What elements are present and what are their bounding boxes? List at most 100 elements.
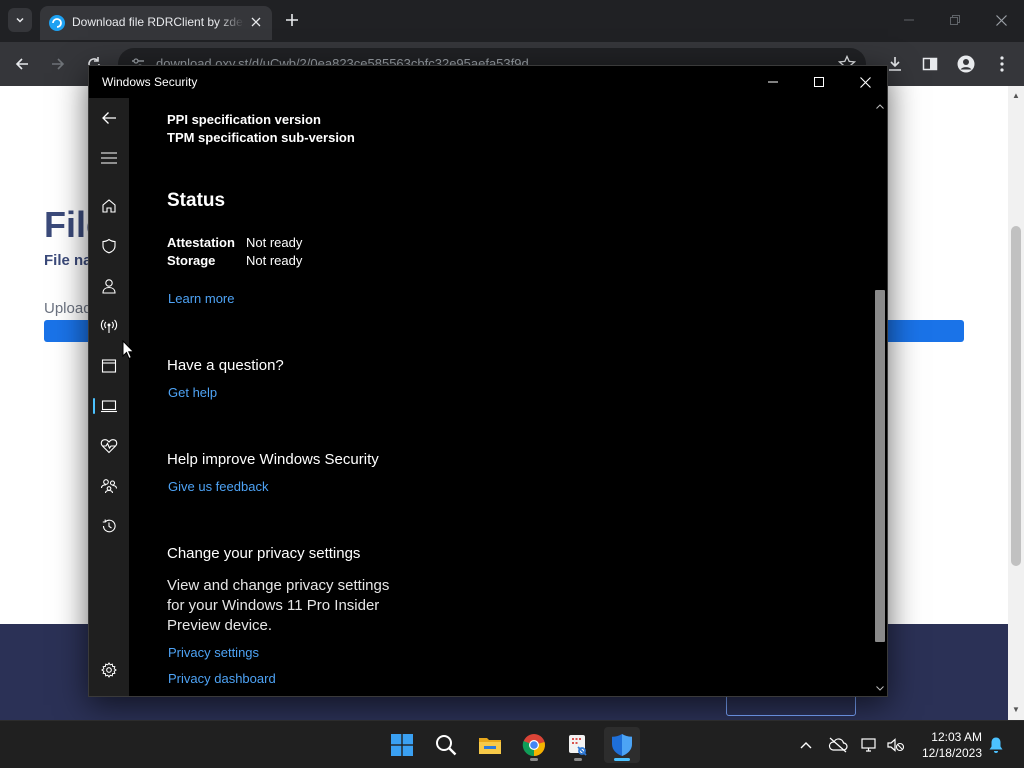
minimize-button[interactable] bbox=[750, 66, 796, 98]
forward-button[interactable] bbox=[46, 52, 70, 76]
browser-minimize-button[interactable] bbox=[894, 6, 924, 34]
new-tab-button[interactable] bbox=[280, 8, 304, 32]
taskbar-snipping-tool[interactable] bbox=[560, 727, 596, 763]
notifications-button[interactable] bbox=[986, 735, 1006, 755]
browser-tab[interactable]: Download file RDRClient by zdesk bbox=[40, 6, 272, 40]
privacy-settings-link[interactable]: Privacy settings bbox=[168, 645, 259, 660]
scroll-down-arrow-icon[interactable]: ▼ bbox=[1012, 706, 1020, 714]
family-icon bbox=[100, 479, 118, 494]
folder-icon bbox=[479, 738, 501, 754]
nav-home[interactable] bbox=[89, 188, 129, 224]
scroll-up-arrow-icon[interactable]: ▲ bbox=[1012, 92, 1020, 100]
mouse-cursor-icon bbox=[122, 340, 135, 360]
taskbar-search[interactable] bbox=[428, 727, 464, 763]
attestation-label: Attestation bbox=[167, 235, 235, 250]
tab-title: Download file RDRClient by zdesk bbox=[72, 15, 244, 29]
page-scroll-thumb[interactable] bbox=[1011, 226, 1021, 566]
volume-muted-icon bbox=[887, 738, 905, 752]
improve-heading: Help improve Windows Security bbox=[167, 451, 379, 468]
privacy-dashboard-link[interactable]: Privacy dashboard bbox=[168, 671, 276, 686]
page-scrollbar[interactable]: ▲ ▼ bbox=[1008, 86, 1024, 720]
scroll-up-icon[interactable] bbox=[873, 100, 887, 112]
taskbar-windows-security[interactable] bbox=[604, 727, 640, 763]
back-button[interactable] bbox=[10, 52, 34, 76]
taskbar-chrome[interactable] bbox=[516, 727, 552, 763]
nav-protection-history[interactable] bbox=[89, 508, 129, 544]
menu-icon bbox=[101, 152, 117, 164]
browser-menu-button[interactable] bbox=[990, 52, 1014, 76]
upload-label: Upload bbox=[44, 300, 92, 317]
running-indicator bbox=[530, 758, 538, 761]
scroll-down-icon[interactable] bbox=[873, 682, 887, 694]
nav-device-performance-health[interactable] bbox=[89, 428, 129, 464]
browser-restore-button[interactable] bbox=[940, 6, 970, 34]
content-pane: PPI specification version TPM specificat… bbox=[129, 98, 873, 696]
get-help-link[interactable]: Get help bbox=[168, 385, 217, 400]
history-icon bbox=[102, 519, 116, 533]
nav-firewall[interactable] bbox=[89, 308, 129, 344]
content-scrollbar[interactable] bbox=[873, 98, 887, 696]
shield-icon bbox=[102, 238, 116, 254]
close-icon bbox=[251, 17, 261, 27]
show-hidden-icons-button[interactable] bbox=[796, 735, 816, 755]
device-security-icon bbox=[101, 400, 117, 413]
back-icon bbox=[102, 112, 116, 124]
chrome-icon bbox=[522, 734, 545, 757]
nav-family-options[interactable] bbox=[89, 468, 129, 504]
tab-close-button[interactable] bbox=[246, 12, 266, 32]
content-scroll-thumb[interactable] bbox=[875, 290, 885, 642]
more-vert-icon bbox=[1000, 56, 1004, 72]
chevron-down-icon bbox=[16, 17, 24, 23]
privacy-text-line: View and change privacy settings bbox=[167, 577, 390, 594]
close-button[interactable] bbox=[842, 66, 887, 98]
clock-date: 12/18/2023 bbox=[921, 746, 982, 760]
storage-value: Not ready bbox=[246, 253, 303, 268]
taskbar: 12:03 AM 12/18/2023 bbox=[0, 720, 1024, 768]
browser-close-button[interactable] bbox=[986, 6, 1016, 34]
snipping-tool-icon bbox=[569, 735, 587, 756]
volume-tray-icon[interactable] bbox=[886, 735, 906, 755]
plus-icon bbox=[286, 14, 298, 26]
nav-menu-button[interactable] bbox=[89, 140, 129, 176]
profile-icon bbox=[957, 55, 975, 73]
windows-security-shield-icon bbox=[612, 734, 632, 756]
nav-settings[interactable] bbox=[89, 652, 129, 688]
network-icon bbox=[861, 738, 876, 752]
clock-time: 12:03 AM bbox=[931, 730, 982, 744]
storage-label: Storage bbox=[167, 253, 216, 268]
network-tray-icon[interactable] bbox=[860, 735, 880, 755]
profile-button[interactable] bbox=[954, 52, 978, 76]
side-panel-icon bbox=[922, 57, 938, 71]
app-browser-icon bbox=[101, 359, 117, 373]
side-panel-button[interactable] bbox=[918, 52, 942, 76]
attestation-value: Not ready bbox=[246, 235, 303, 250]
search-icon bbox=[436, 735, 457, 756]
settings-icon bbox=[101, 662, 117, 678]
onedrive-tray-icon[interactable] bbox=[828, 735, 848, 755]
health-icon bbox=[100, 439, 118, 454]
minimize-icon bbox=[768, 81, 778, 83]
selected-indicator bbox=[93, 398, 95, 414]
tab-search-button[interactable] bbox=[8, 8, 32, 32]
nav-device-security[interactable] bbox=[89, 388, 129, 424]
learn-more-link[interactable]: Learn more bbox=[168, 291, 234, 306]
maximize-button[interactable] bbox=[796, 66, 842, 98]
system-clock[interactable]: 12:03 AM 12/18/2023 bbox=[912, 729, 982, 761]
navigation-rail bbox=[89, 98, 129, 696]
taskbar-file-explorer[interactable] bbox=[472, 727, 508, 763]
privacy-heading: Change your privacy settings bbox=[167, 545, 361, 562]
nav-virus-protection[interactable] bbox=[89, 228, 129, 264]
windows-security-window: Windows Security PPI specification versi… bbox=[88, 65, 888, 697]
privacy-text-line: for your Windows 11 Pro Insider bbox=[167, 597, 380, 614]
ppi-spec-label: PPI specification version bbox=[167, 112, 321, 127]
restore-icon bbox=[950, 15, 960, 25]
running-indicator bbox=[574, 758, 582, 761]
start-button[interactable] bbox=[384, 727, 420, 763]
close-icon bbox=[995, 14, 1007, 26]
minimize-icon bbox=[904, 19, 914, 21]
title-bar[interactable]: Windows Security bbox=[89, 66, 887, 98]
feedback-link[interactable]: Give us feedback bbox=[168, 479, 268, 494]
arrow-left-icon bbox=[15, 58, 28, 70]
nav-account-protection[interactable] bbox=[89, 268, 129, 304]
nav-back-button[interactable] bbox=[89, 100, 129, 136]
